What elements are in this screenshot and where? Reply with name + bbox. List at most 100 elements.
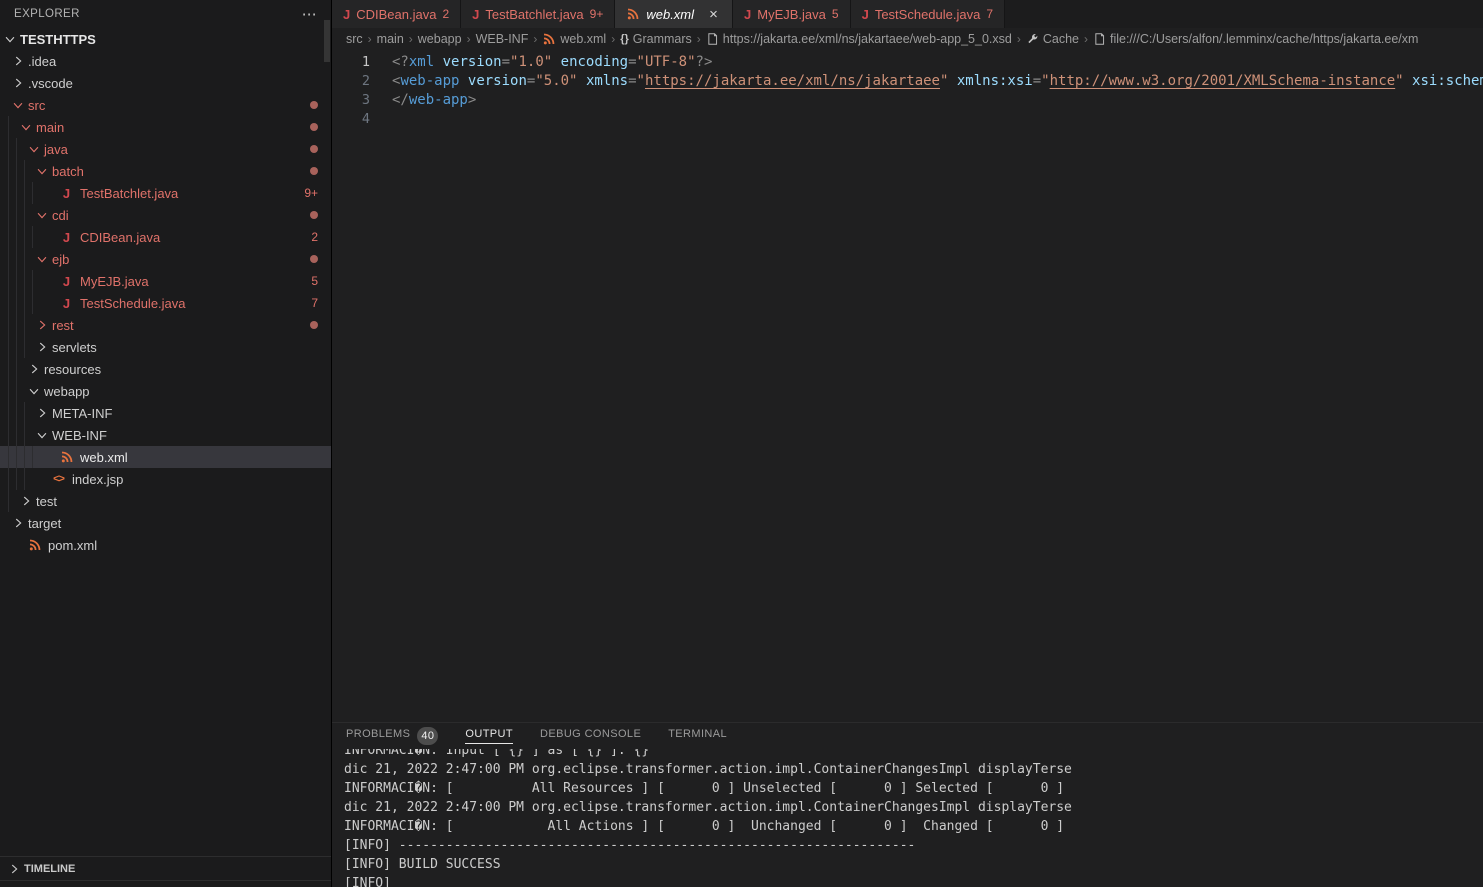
- close-icon[interactable]: ×: [706, 7, 721, 22]
- chevron-down-icon[interactable]: [26, 141, 42, 157]
- tree-item-src[interactable]: src: [0, 94, 331, 116]
- tree-item-testbatchlet-java[interactable]: JTestBatchlet.java9+: [0, 182, 331, 204]
- vscode-window: EXPLORER ⋯ TESTHTTPS.idea.vscodesrcmainj…: [0, 0, 1483, 887]
- output-line: INFORMACI�N: [ All Resources ] [ 0 ] Uns…: [344, 779, 1483, 798]
- explorer-title: EXPLORER: [14, 8, 80, 20]
- chevron-down-icon[interactable]: [34, 251, 50, 267]
- panel-tab-debug-console[interactable]: DEBUG CONSOLE: [540, 728, 641, 744]
- tab-web-xml[interactable]: web.xml ×: [615, 0, 733, 28]
- tree-item-web-inf[interactable]: WEB-INF: [0, 424, 331, 446]
- tree-item-test[interactable]: test: [0, 490, 331, 512]
- breadcrumb-item-web-xml[interactable]: web.xml: [542, 32, 606, 46]
- tab-testschedule-java[interactable]: JTestSchedule.java7: [851, 0, 1005, 28]
- file-tree: TESTHTTPS.idea.vscodesrcmainjavabatchJTe…: [0, 28, 331, 856]
- java-icon: J: [63, 186, 70, 201]
- tree-item-pom-xml[interactable]: pom.xml: [0, 534, 331, 556]
- panel-tab-output[interactable]: OUTPUT: [465, 728, 513, 744]
- sidebar-scrollbar[interactable]: [324, 20, 330, 62]
- tree-item-java[interactable]: java: [0, 138, 331, 160]
- tree-item-label: index.jsp: [72, 472, 123, 487]
- breadcrumb-item-main[interactable]: main: [377, 32, 404, 46]
- more-actions-icon[interactable]: ⋯: [302, 7, 317, 22]
- tree-item-cdibean-java[interactable]: JCDIBean.java2: [0, 226, 331, 248]
- editor-tab-bar: JCDIBean.java2JTestBatchlet.java9+web.xm…: [332, 0, 1483, 28]
- file-icon: [706, 32, 719, 46]
- panel-tab-label: PROBLEMS: [346, 728, 410, 744]
- tree-item-testschedule-java[interactable]: JTestSchedule.java7: [0, 292, 331, 314]
- tree-item-testhttps[interactable]: TESTHTTPS: [0, 28, 331, 50]
- tree-item-label: TESTHTTPS: [20, 32, 96, 47]
- chevron-down-icon[interactable]: [18, 119, 34, 135]
- chevron-right-icon[interactable]: [18, 493, 34, 509]
- tree-item-servlets[interactable]: servlets: [0, 336, 331, 358]
- chevron-down-icon[interactable]: [34, 427, 50, 443]
- chevron-down-icon[interactable]: [26, 383, 42, 399]
- tree-item-myejb-java[interactable]: JMyEJB.java5: [0, 270, 331, 292]
- tree-item-label: .idea: [28, 54, 56, 69]
- chevron-down-icon[interactable]: [34, 163, 50, 179]
- breadcrumb-item-src[interactable]: src: [346, 32, 363, 46]
- breadcrumb-item-https-jakarta-ee-xml-ns-jakartaee-web-ap[interactable]: https://jakarta.ee/xml/ns/jakartaee/web-…: [706, 32, 1012, 46]
- tree-item-vscode[interactable]: .vscode: [0, 72, 331, 94]
- line-number: 3: [332, 91, 370, 110]
- tree-item-label: cdi: [52, 208, 69, 223]
- xml-icon: [28, 538, 42, 552]
- explorer-header: EXPLORER ⋯: [0, 0, 331, 28]
- panel-tab-terminal[interactable]: TERMINAL: [668, 728, 727, 744]
- panel-tab-label: DEBUG CONSOLE: [540, 728, 641, 744]
- chevron-right-icon[interactable]: [10, 515, 26, 531]
- output-scroll-region[interactable]: INFORMACI�N: Input [ {} ] as [ {} ]: {}d…: [332, 749, 1483, 887]
- tree-item-target[interactable]: target: [0, 512, 331, 534]
- tree-item-resources[interactable]: resources: [0, 358, 331, 380]
- chevron-right-icon[interactable]: [34, 339, 50, 355]
- modified-dot-icon: [310, 255, 318, 263]
- tab-testbatchlet-java[interactable]: JTestBatchlet.java9+: [461, 0, 615, 28]
- breadcrumb-item-webapp[interactable]: webapp: [418, 32, 462, 46]
- breadcrumb-label: main: [377, 32, 404, 46]
- breadcrumb-item-file-c-users-alfon-lemminx-cache-https-j[interactable]: file:///C:/Users/alfon/.lemminx/cache/ht…: [1093, 32, 1418, 46]
- breadcrumb-item-cache[interactable]: Cache: [1026, 32, 1079, 46]
- tree-item-index-jsp[interactable]: <>index.jsp: [0, 468, 331, 490]
- tree-item-batch[interactable]: batch: [0, 160, 331, 182]
- tree-item-meta-inf[interactable]: META-INF: [0, 402, 331, 424]
- tab-label: web.xml: [646, 7, 694, 22]
- tree-item-webapp[interactable]: webapp: [0, 380, 331, 402]
- timeline-section[interactable]: TIMELINE: [0, 856, 331, 881]
- tree-item-cdi[interactable]: cdi: [0, 204, 331, 226]
- java-icon: J: [63, 274, 70, 289]
- tree-item-label: WEB-INF: [52, 428, 107, 443]
- modified-dot-icon: [310, 211, 318, 219]
- tree-item-web-xml[interactable]: web.xml: [0, 446, 331, 468]
- java-icon: J: [343, 7, 350, 22]
- tab-problem-badge: 2: [442, 7, 449, 21]
- editor-code[interactable]: 1<?xml version="1.0" encoding="UTF-8"?>2…: [332, 50, 1483, 722]
- line-number: 4: [332, 110, 370, 129]
- breadcrumb-separator-icon: ›: [1017, 32, 1021, 46]
- tree-item-label: ejb: [52, 252, 69, 267]
- tree-item-idea[interactable]: .idea: [0, 50, 331, 72]
- chevron-right-icon[interactable]: [34, 405, 50, 421]
- chevron-right-icon[interactable]: [10, 53, 26, 69]
- chevron-down-icon[interactable]: [34, 207, 50, 223]
- chevron-down-icon[interactable]: [2, 31, 18, 47]
- bottom-panel: PROBLEMS40 OUTPUT DEBUG CONSOLE TERMINAL IN…: [332, 722, 1483, 887]
- breadcrumb-item-grammars[interactable]: {}Grammars: [620, 32, 692, 46]
- tree-item-main[interactable]: main: [0, 116, 331, 138]
- breadcrumb-item-web-inf[interactable]: WEB-INF: [476, 32, 529, 46]
- panel-tab-label: TERMINAL: [668, 728, 727, 744]
- tree-item-label: .vscode: [28, 76, 73, 91]
- explorer-sidebar: EXPLORER ⋯ TESTHTTPS .idea .vscode srcmainj…: [0, 0, 332, 887]
- java-icon: J: [63, 230, 70, 245]
- tree-item-rest[interactable]: rest: [0, 314, 331, 336]
- panel-tab-problems[interactable]: PROBLEMS40: [346, 727, 438, 745]
- chevron-right-icon[interactable]: [10, 75, 26, 91]
- tab-cdibean-java[interactable]: JCDIBean.java2: [332, 0, 461, 28]
- chevron-down-icon[interactable]: [10, 97, 26, 113]
- chevron-right-icon[interactable]: [26, 361, 42, 377]
- tree-item-ejb[interactable]: ejb: [0, 248, 331, 270]
- problem-count-badge: 9+: [304, 186, 318, 200]
- chevron-right-icon[interactable]: [34, 317, 50, 333]
- breadcrumb: src›main›webapp›WEB-INF›web.xml›{}Gramma…: [332, 28, 1483, 50]
- chevron-spacer: [34, 471, 50, 487]
- tab-myejb-java[interactable]: JMyEJB.java5: [733, 0, 851, 28]
